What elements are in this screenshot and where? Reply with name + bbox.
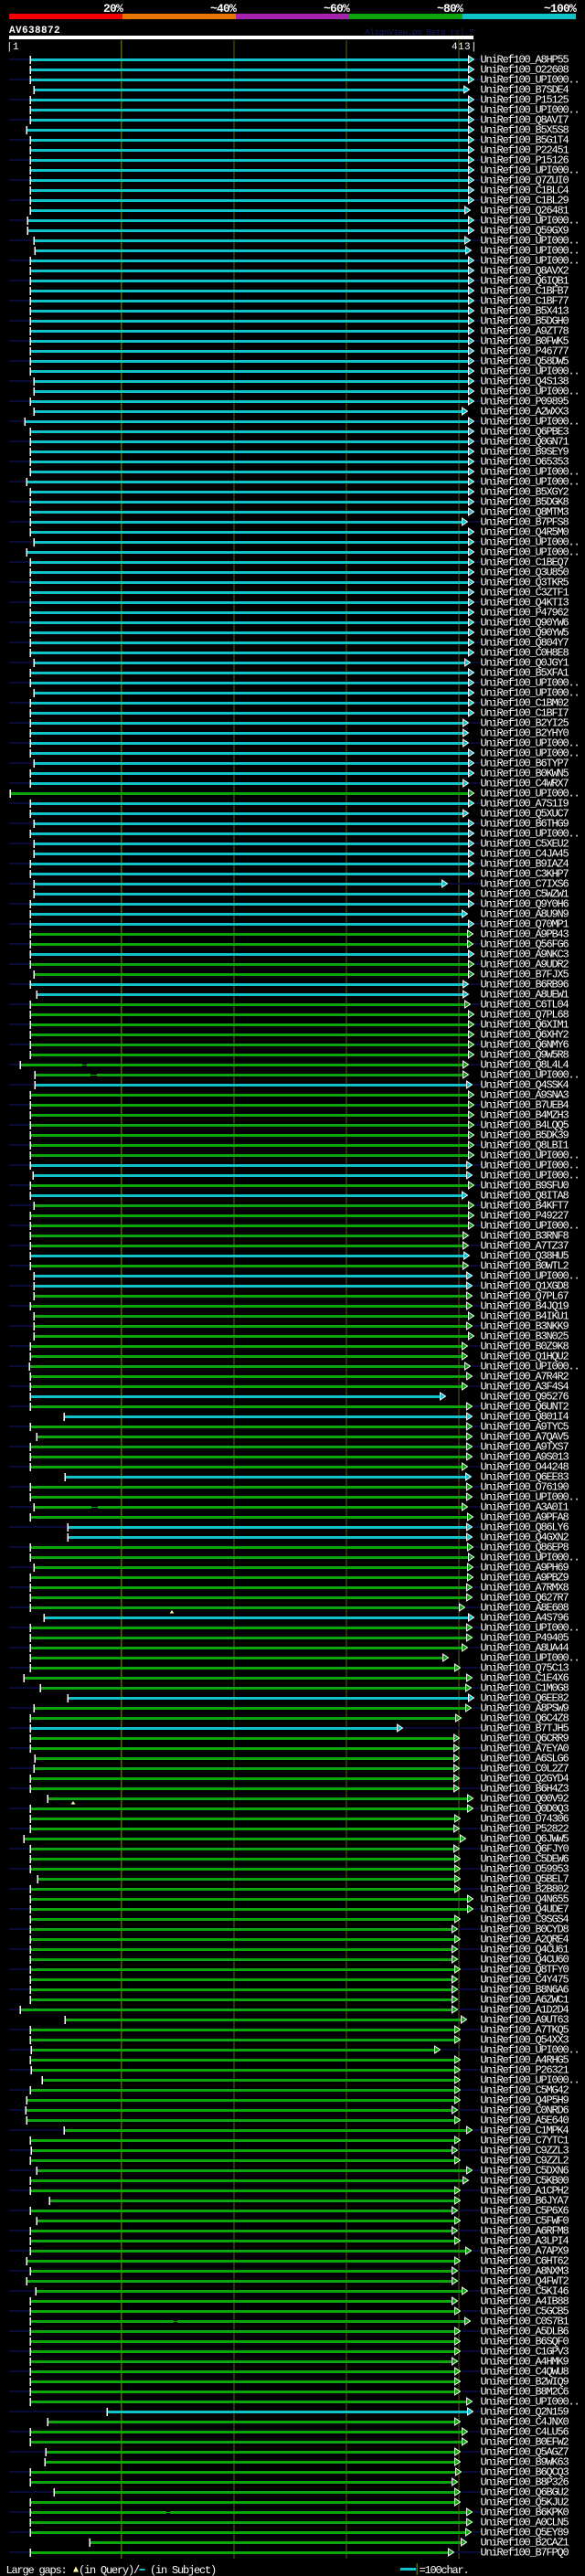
svg-text:~60%: ~60% <box>324 2 350 16</box>
svg-text:|1: |1 <box>6 42 19 53</box>
svg-text:~80%: ~80% <box>437 2 463 16</box>
svg-text:AV638872: AV638872 <box>9 26 60 37</box>
svg-text:(in Query)/: (in Query)/ <box>79 2564 140 2576</box>
svg-text:Large gaps:: Large gaps: <box>6 2564 67 2576</box>
svg-text:~40%: ~40% <box>210 2 237 16</box>
svg-text:UniRef100_B7FPQ0: UniRef100_B7FPQ0 <box>481 2547 569 2560</box>
svg-text:20%: 20% <box>103 2 123 16</box>
svg-text:=100char.: =100char. <box>420 2564 469 2576</box>
svg-text:(in Subject): (in Subject) <box>150 2564 216 2576</box>
svg-text:~100%: ~100% <box>544 2 577 16</box>
svg-text:413|: 413| <box>452 42 477 53</box>
